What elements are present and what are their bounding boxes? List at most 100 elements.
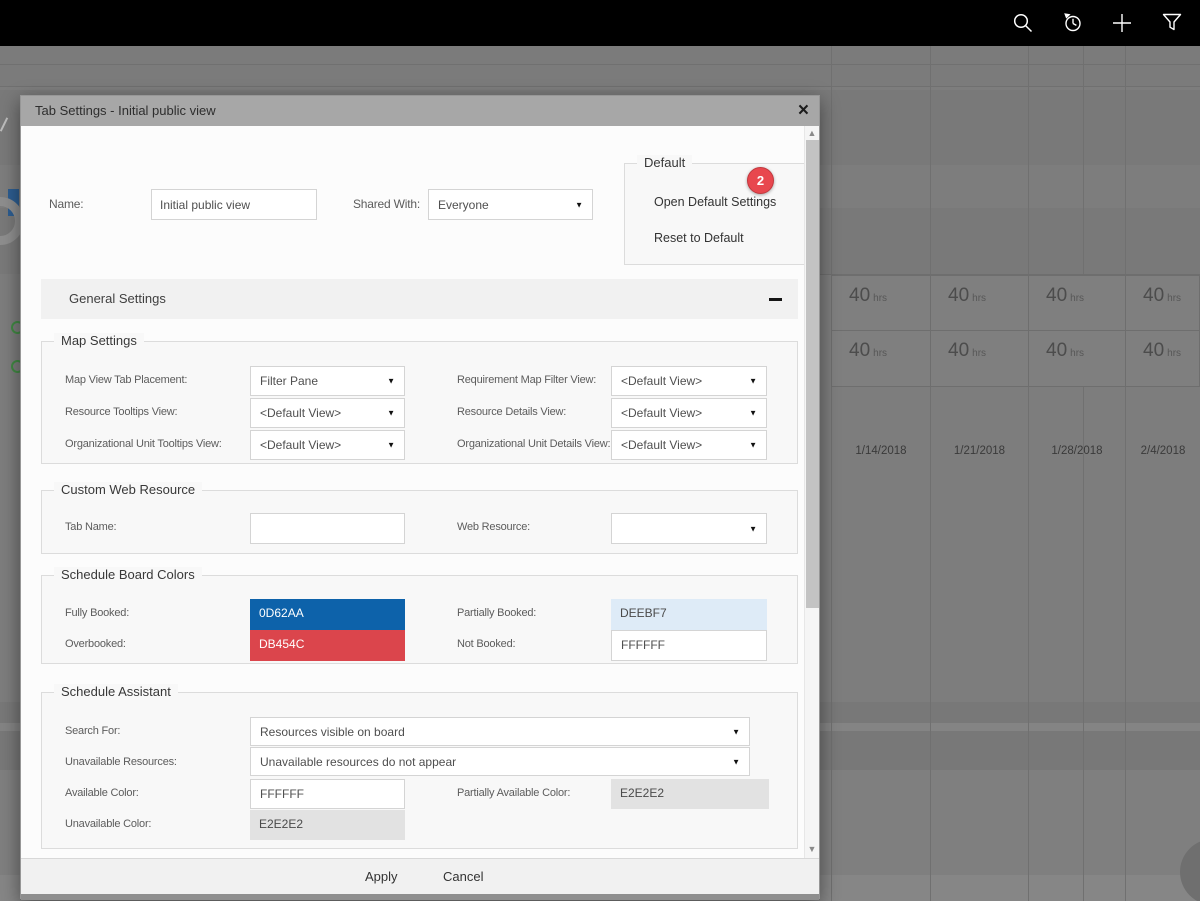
date-cell: 2/4/2018 bbox=[1125, 0, 1200, 901]
map-view-tab-placement-dropdown[interactable]: Filter Pane ▼ bbox=[250, 366, 405, 396]
field-label: Requirement Map Filter View: bbox=[457, 374, 596, 386]
schedule-board-colors-legend: Schedule Board Colors bbox=[54, 567, 202, 582]
schedule-board-colors-group: Schedule Board Colors Fully Booked: 0D62… bbox=[41, 575, 798, 664]
dropdown-value: <Default View> bbox=[260, 438, 341, 452]
field-label: Resource Details View: bbox=[457, 406, 566, 418]
chevron-down-icon: ▼ bbox=[749, 524, 757, 533]
dropdown-value: <Default View> bbox=[621, 406, 702, 420]
chevron-down-icon: ▼ bbox=[387, 377, 395, 386]
available-color-label: Available Color: bbox=[65, 787, 139, 799]
history-icon bbox=[1062, 12, 1084, 34]
unavailable-color-label: Unavailable Color: bbox=[65, 818, 151, 830]
partially-booked-color-field[interactable]: DEEBF7 bbox=[611, 599, 767, 630]
partially-available-color-field[interactable]: E2E2E2 bbox=[611, 779, 769, 809]
dialog-close-icon[interactable]: × bbox=[798, 98, 809, 124]
name-input[interactable] bbox=[151, 189, 317, 220]
reset-to-default-link[interactable]: Reset to Default bbox=[654, 231, 744, 245]
web-resource-dropdown[interactable]: ▼ bbox=[611, 513, 767, 544]
chevron-down-icon: ▼ bbox=[749, 409, 757, 418]
map-settings-group: Map Settings Map View Tab Placement: Fil… bbox=[41, 341, 798, 464]
dialog-header: Tab Settings - Initial public view × bbox=[21, 96, 819, 126]
date-cell: 1/14/2018 bbox=[831, 0, 930, 901]
not-booked-color-field[interactable]: FFFFFF bbox=[611, 630, 767, 661]
hours-cell: 40hrs bbox=[831, 330, 931, 387]
annotation-badge-2: 2 bbox=[747, 167, 774, 194]
unavailable-color-field[interactable]: E2E2E2 bbox=[250, 810, 405, 840]
chevron-down-icon: ▼ bbox=[575, 200, 583, 209]
cancel-button[interactable]: Cancel bbox=[443, 869, 483, 884]
scroll-up-icon[interactable]: ▲ bbox=[805, 128, 819, 138]
shared-with-dropdown[interactable]: Everyone ▼ bbox=[428, 189, 593, 220]
default-group: Default Open Default Settings Reset to D… bbox=[624, 163, 818, 265]
hours-cell: 40hrs bbox=[1125, 275, 1200, 331]
dropdown-value: Unavailable resources do not appear bbox=[260, 755, 456, 769]
unavailable-resources-label: Unavailable Resources: bbox=[65, 756, 177, 768]
hours-cell: 40hrs bbox=[831, 275, 931, 331]
chevron-down-icon: ▼ bbox=[732, 727, 740, 736]
chevron-down-icon: ▼ bbox=[387, 409, 395, 418]
tab-name-input[interactable] bbox=[250, 513, 405, 544]
requirement-map-filter-view-dropdown[interactable]: <Default View> ▼ bbox=[611, 366, 767, 396]
filter-button[interactable] bbox=[1155, 6, 1189, 40]
date-cell: 1/28/2018 bbox=[1028, 0, 1125, 901]
custom-web-resource-legend: Custom Web Resource bbox=[54, 482, 202, 497]
shared-with-value: Everyone bbox=[438, 198, 489, 212]
dialog-title: Tab Settings - Initial public view bbox=[35, 103, 216, 118]
dropdown-value: <Default View> bbox=[621, 438, 702, 452]
top-app-bar bbox=[0, 0, 1200, 46]
screen: 1 Initial public view × January 2018 1/1… bbox=[0, 0, 1200, 901]
apply-button[interactable]: Apply bbox=[365, 869, 398, 884]
search-button[interactable] bbox=[1006, 6, 1040, 40]
calendar-date-row: 1/14/2018 1/21/2018 1/28/2018 2/4/2018 bbox=[0, 65, 1200, 87]
default-group-legend: Default bbox=[637, 155, 692, 170]
scroll-down-icon[interactable]: ▼ bbox=[805, 844, 819, 854]
organizational-unit-details-view-dropdown[interactable]: <Default View> ▼ bbox=[611, 430, 767, 460]
schedule-assistant-group: Schedule Assistant Search For: Resources… bbox=[41, 692, 798, 849]
search-for-label: Search For: bbox=[65, 725, 120, 737]
chevron-down-icon: ▼ bbox=[387, 441, 395, 450]
dropdown-value: Filter Pane bbox=[260, 374, 318, 388]
open-default-settings-link[interactable]: Open Default Settings bbox=[654, 195, 776, 209]
chevron-down-icon: ▼ bbox=[749, 377, 757, 386]
not-booked-label: Not Booked: bbox=[457, 638, 515, 650]
filter-icon bbox=[1161, 12, 1183, 34]
general-settings-label: General Settings bbox=[69, 291, 166, 306]
dropdown-value: Resources visible on board bbox=[260, 725, 405, 739]
add-tab-button[interactable] bbox=[1105, 6, 1139, 40]
web-resource-label: Web Resource: bbox=[457, 521, 530, 533]
hours-cell: 40hrs bbox=[930, 275, 1029, 331]
organizational-unit-tooltips-view-dropdown[interactable]: <Default View> ▼ bbox=[250, 430, 405, 460]
fully-booked-color-field[interactable]: 0D62AA bbox=[250, 599, 405, 630]
field-label: Organizational Unit Details View: bbox=[457, 438, 610, 450]
dialog-scrollbar[interactable]: ▲ ▼ bbox=[804, 126, 819, 858]
search-for-dropdown[interactable]: Resources visible on board ▼ bbox=[250, 717, 750, 746]
resource-tooltips-view-dropdown[interactable]: <Default View> ▼ bbox=[250, 398, 405, 428]
schedule-assistant-legend: Schedule Assistant bbox=[54, 684, 178, 699]
history-button[interactable] bbox=[1056, 6, 1090, 40]
tab-name-label: Tab Name: bbox=[65, 521, 116, 533]
field-label: Resource Tooltips View: bbox=[65, 406, 177, 418]
available-color-field[interactable]: FFFFFF bbox=[250, 779, 405, 809]
partially-booked-label: Partially Booked: bbox=[457, 607, 536, 619]
hours-cell: 40hrs bbox=[1125, 330, 1200, 387]
tab-settings-dialog: Tab Settings - Initial public view × Nam… bbox=[20, 95, 820, 899]
scrollbar-thumb[interactable] bbox=[806, 140, 819, 608]
hours-cell: 40hrs bbox=[1028, 275, 1126, 331]
overbooked-label: Overbooked: bbox=[65, 638, 126, 650]
fully-booked-label: Fully Booked: bbox=[65, 607, 129, 619]
resource-details-view-dropdown[interactable]: <Default View> ▼ bbox=[611, 398, 767, 428]
partially-available-color-label: Partially Available Color: bbox=[457, 787, 570, 799]
overbooked-color-field[interactable]: DB454C bbox=[250, 630, 405, 661]
map-settings-legend: Map Settings bbox=[54, 333, 144, 348]
hours-cell: 40hrs bbox=[1028, 330, 1126, 387]
dialog-bottom-bar bbox=[21, 894, 819, 900]
general-settings-section-toggle[interactable]: General Settings bbox=[41, 279, 798, 319]
hours-cell: 40hrs bbox=[930, 330, 1029, 387]
name-label: Name: bbox=[49, 197, 83, 211]
unavailable-resources-dropdown[interactable]: Unavailable resources do not appear ▼ bbox=[250, 747, 750, 776]
chevron-down-icon: ▼ bbox=[732, 757, 740, 766]
field-label: Map View Tab Placement: bbox=[65, 374, 187, 386]
custom-web-resource-group: Custom Web Resource Tab Name: Web Resour… bbox=[41, 490, 798, 554]
dropdown-value: <Default View> bbox=[621, 374, 702, 388]
dialog-content: Name: Shared With: Everyone ▼ Default Op… bbox=[21, 126, 819, 858]
